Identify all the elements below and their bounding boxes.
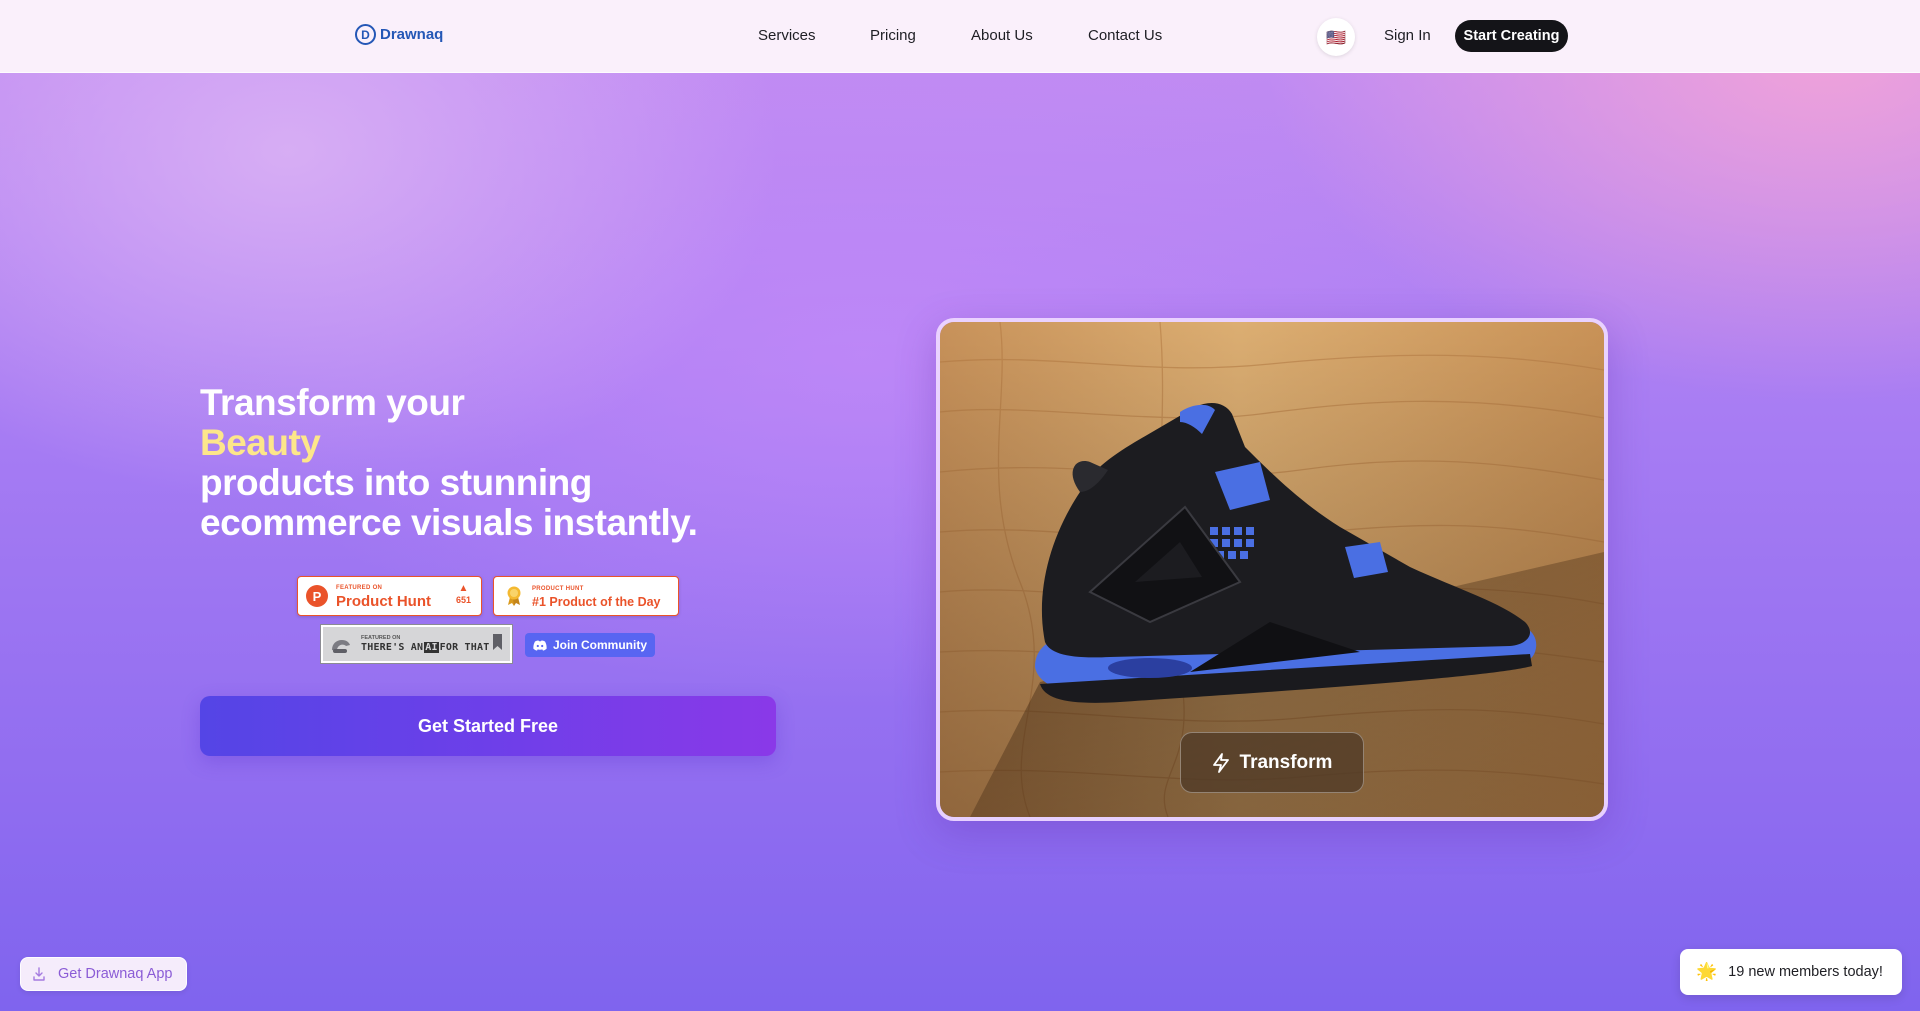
nav-contact-us[interactable]: Contact Us <box>1088 27 1162 44</box>
upvote-triangle-icon: ▲ <box>458 583 469 594</box>
get-app-button[interactable]: Get Drawnaq App <box>20 957 187 991</box>
headline-line-3: products into stunning <box>200 462 592 503</box>
potd-label: PRODUCT HUNT <box>532 586 584 592</box>
logo-icon: D <box>355 24 376 45</box>
top-navigation-bar: D Drawnaq Services Pricing About Us Cont… <box>0 0 1920 73</box>
aift-featured-label: FEATURED ON <box>361 635 401 641</box>
product-image-card: Transform <box>936 318 1608 821</box>
headline-accent-word: Beauty <box>200 422 321 463</box>
toast-text: 19 new members today! <box>1728 964 1883 980</box>
potd-title: #1 Product of the Day <box>532 595 661 609</box>
get-started-free-button[interactable]: Get Started Free <box>200 696 776 756</box>
ph-featured-label: FEATURED ON <box>336 585 383 591</box>
aift-title: THERE'S AN AI FOR THAT <box>361 642 489 653</box>
transform-label: Transform <box>1239 751 1333 773</box>
glowing-star-icon: 🌟 <box>1696 962 1718 981</box>
download-icon <box>33 967 45 981</box>
us-flag-icon: 🇺🇸 <box>1326 27 1346 47</box>
headline-line-1: Transform your <box>200 382 465 423</box>
product-hunt-icon: P <box>306 585 328 607</box>
new-members-toast: 🌟 19 new members today! <box>1680 949 1902 995</box>
headline-line-4: ecommerce visuals instantly. <box>200 502 698 543</box>
nav-services[interactable]: Services <box>758 27 816 44</box>
nav-about-us[interactable]: About Us <box>971 27 1033 44</box>
hero-headline: Transform your Beauty products into stun… <box>200 383 760 543</box>
logo-text: Drawnaq <box>380 26 444 43</box>
start-creating-button[interactable]: Start Creating <box>1455 20 1568 52</box>
ph-upvotes: ▲ 651 <box>456 583 471 605</box>
sign-in-link[interactable]: Sign In <box>1384 27 1431 44</box>
discord-icon <box>533 640 547 651</box>
nav-pricing[interactable]: Pricing <box>870 27 916 44</box>
ph-vote-count: 651 <box>455 595 471 605</box>
product-of-the-day-badge[interactable]: PRODUCT HUNT #1 Product of the Day <box>493 576 679 616</box>
aift-ai: AI <box>424 642 439 653</box>
robot-hand-icon <box>332 640 350 653</box>
lightning-icon <box>1212 752 1229 773</box>
aift-pre: THERE'S AN <box>361 642 424 653</box>
join-community-button[interactable]: Join Community <box>525 633 655 657</box>
ph-name: Product Hunt <box>336 593 431 610</box>
brand-logo[interactable]: D Drawnaq <box>355 24 443 45</box>
language-selector-button[interactable]: 🇺🇸 <box>1317 18 1355 56</box>
product-hunt-featured-badge[interactable]: P FEATURED ON Product Hunt ▲ 651 <box>297 576 482 616</box>
aift-post: FOR THAT <box>439 642 490 653</box>
join-community-label: Join Community <box>552 638 647 652</box>
bookmark-icon <box>493 634 502 650</box>
medal-icon <box>507 586 521 606</box>
get-app-label: Get Drawnaq App <box>58 966 173 982</box>
transform-button[interactable]: Transform <box>1180 732 1364 793</box>
theres-an-ai-for-that-badge[interactable]: FEATURED ON THERE'S AN AI FOR THAT <box>320 624 513 664</box>
